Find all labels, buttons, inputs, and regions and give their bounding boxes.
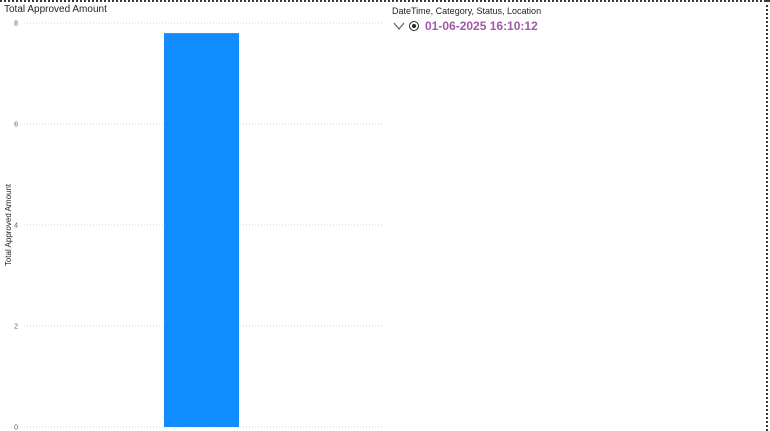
- report-canvas: Total Approved Amount 0 2 4 6 8 Total Approv…: [0, 0, 770, 431]
- y-axis-label: Total Approved Amount: [4, 183, 13, 266]
- y-tick-label: 8: [14, 21, 18, 28]
- y-tick-label: 4: [14, 223, 18, 230]
- bar-chart: 0 2 4 6 8 Total Approved Amount: [4, 21, 383, 431]
- bars: [164, 33, 239, 427]
- slicer-item[interactable]: 01-06-2025 16:10:12: [392, 18, 538, 34]
- y-tick-label: 2: [14, 324, 18, 331]
- y-tick-label: 6: [14, 122, 18, 129]
- visual-border-right: [766, 0, 768, 431]
- y-axis-ticks: 0 2 4 6 8: [14, 21, 18, 431]
- chevron-down-icon[interactable]: [392, 19, 406, 33]
- slicer-selected-value[interactable]: 01-06-2025 16:10:12: [425, 19, 538, 33]
- radio-selected-icon[interactable]: [409, 21, 419, 31]
- slicer-header: DateTime, Category, Status, Location: [392, 6, 542, 16]
- y-tick-label: 0: [14, 425, 18, 431]
- bar[interactable]: [164, 33, 239, 427]
